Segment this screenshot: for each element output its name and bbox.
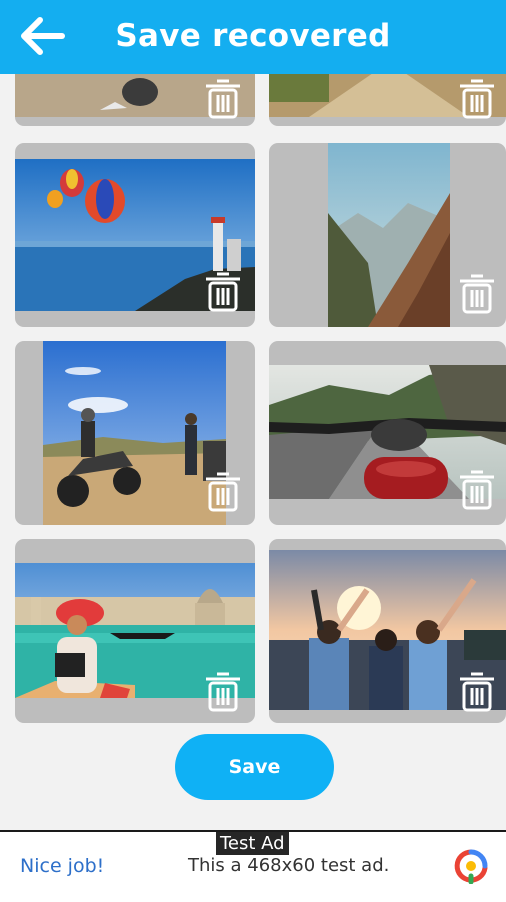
recovered-image-mountain-valley <box>328 143 450 327</box>
ad-headline[interactable]: Nice job! <box>20 855 104 877</box>
recovered-image-motorbike-riders <box>43 341 226 525</box>
delete-icon[interactable] <box>203 269 243 313</box>
delete-icon[interactable] <box>457 76 497 120</box>
ad-body-text: This a 468x60 test ad. <box>188 855 390 876</box>
delete-icon[interactable] <box>457 669 497 713</box>
image-card[interactable] <box>15 341 255 525</box>
image-card[interactable] <box>269 143 506 327</box>
image-card[interactable] <box>15 143 255 327</box>
recovered-image-grid: Save <box>0 0 506 830</box>
delete-icon[interactable] <box>203 469 243 513</box>
image-card[interactable] <box>269 539 506 723</box>
page-title: Save recovered <box>115 18 391 54</box>
top-app-bar: Save recovered <box>0 0 506 74</box>
save-button[interactable]: Save <box>175 734 334 800</box>
delete-icon[interactable] <box>457 271 497 315</box>
image-card[interactable] <box>15 539 255 723</box>
delete-icon[interactable] <box>203 669 243 713</box>
test-ad-badge: Test Ad <box>216 832 289 855</box>
delete-icon[interactable] <box>203 76 243 120</box>
delete-icon[interactable] <box>457 467 497 511</box>
image-card[interactable] <box>269 341 506 525</box>
ad-choices-logo-icon[interactable] <box>452 848 490 884</box>
